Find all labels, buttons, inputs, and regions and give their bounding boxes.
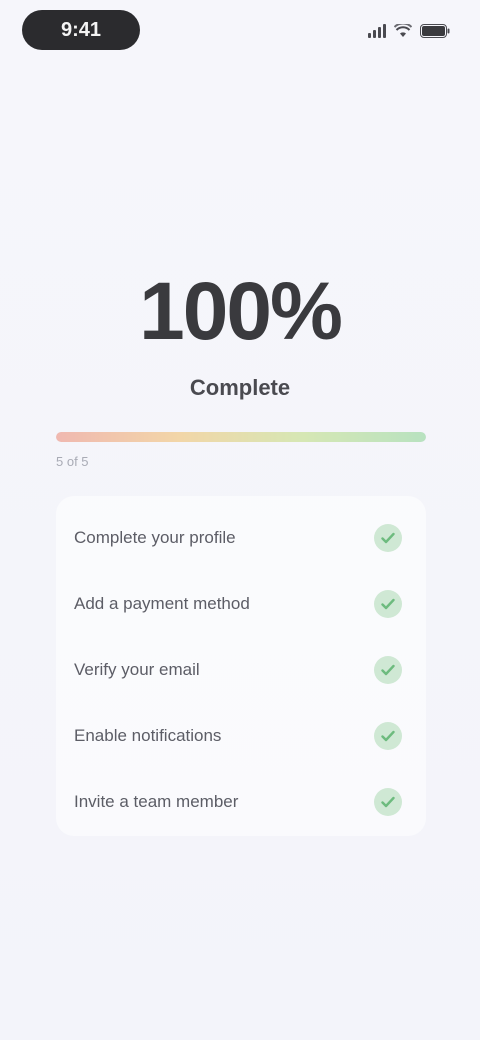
checklist-item-label: Enable notifications bbox=[74, 726, 222, 745]
completion-subtitle: Complete bbox=[189, 375, 291, 400]
battery-icon bbox=[420, 24, 450, 38]
checkmark-icon bbox=[374, 656, 402, 684]
checklist: Complete your profile Add a payment metho… bbox=[56, 496, 426, 836]
checkmark-icon bbox=[374, 722, 402, 750]
progress-caption: 5 of 5 bbox=[56, 454, 89, 469]
checkmark-icon bbox=[374, 788, 402, 816]
status-icons bbox=[368, 20, 450, 42]
checklist-item[interactable]: Add a payment method bbox=[56, 582, 426, 626]
checkmark-icon bbox=[374, 524, 402, 552]
checkmark-icon bbox=[374, 590, 402, 618]
completion-percent: 100% bbox=[139, 266, 343, 357]
onboarding-complete-screen: 9:41 100% Complete 5 of 5 Complete your … bbox=[0, 0, 480, 1040]
checklist-item-label: Complete your profile bbox=[74, 528, 236, 547]
checklist-item-label: Invite a team member bbox=[74, 792, 239, 811]
progress-bar bbox=[56, 432, 426, 442]
wifi-icon bbox=[394, 24, 412, 38]
status-time: 9:41 bbox=[22, 10, 140, 50]
checklist-item-label: Add a payment method bbox=[74, 594, 250, 613]
checklist-item[interactable]: Invite a team member bbox=[56, 780, 426, 824]
status-bar: 9:41 bbox=[0, 0, 480, 64]
progress-fill bbox=[56, 432, 426, 442]
signal-icon bbox=[368, 24, 386, 38]
checklist-item-label: Verify your email bbox=[74, 660, 200, 679]
checklist-item[interactable]: Enable notifications bbox=[56, 714, 426, 758]
checklist-item[interactable]: Verify your email bbox=[56, 648, 426, 692]
checklist-item[interactable]: Complete your profile bbox=[56, 516, 426, 560]
